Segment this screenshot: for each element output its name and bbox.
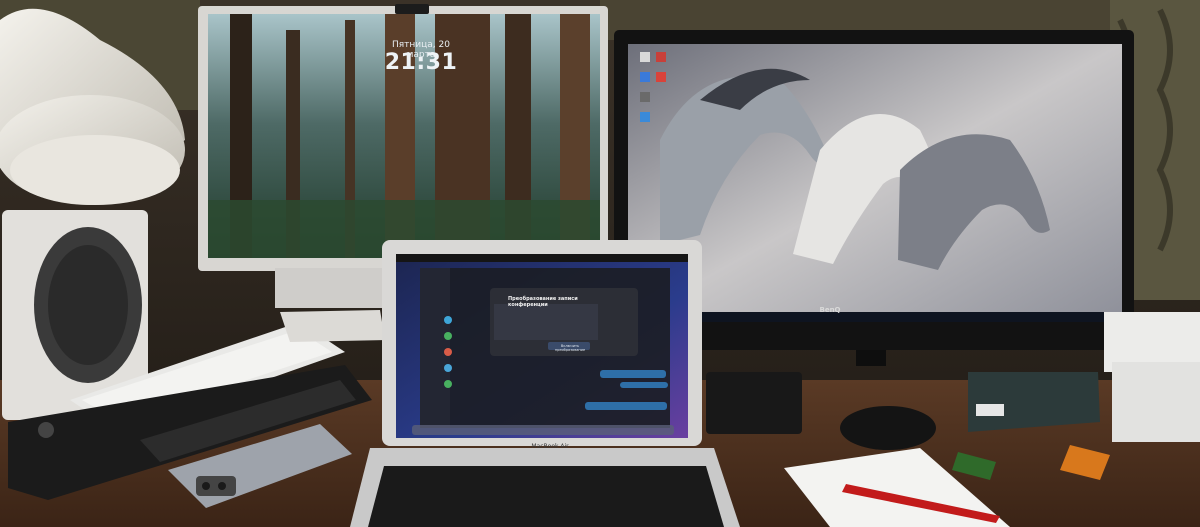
macbook-brand-label: MacBook Air bbox=[531, 443, 569, 450]
dialog-enable-button: Включить преобразование bbox=[554, 344, 586, 352]
circuit-board bbox=[968, 372, 1100, 432]
benq-logo: BenQ bbox=[819, 306, 841, 314]
macbook-air bbox=[350, 240, 740, 527]
computer-mouse bbox=[840, 406, 936, 450]
lock-screen-time: 21:31 bbox=[384, 50, 458, 75]
white-box bbox=[1104, 312, 1200, 442]
desk-photo: Пятница, 20 марта 21:31 Преобразование з… bbox=[0, 0, 1200, 527]
dialog-title: Преобразование записи конференции bbox=[508, 296, 578, 308]
numeric-keypad bbox=[706, 372, 802, 434]
